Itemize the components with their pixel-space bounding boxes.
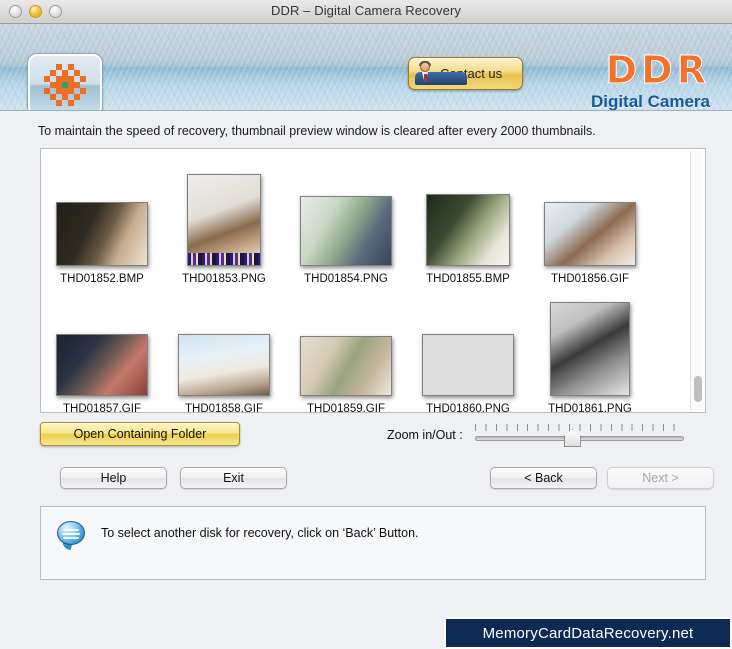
thumbnail-label: THD01859.GIF [307,403,385,413]
nav-buttons: Help Exit < Back Next > [40,467,714,493]
thumbnail-image[interactable] [56,202,148,266]
open-containing-folder-button[interactable]: Open Containing Folder [40,422,240,446]
thumbnail-item[interactable]: THD01852.BMP [41,202,163,285]
thumbnail-item[interactable]: THD01858.GIF [163,334,285,413]
thumbnail-label: THD01853.PNG [182,273,266,285]
contact-us-button[interactable]: Contact us [408,57,523,90]
thumbnail-label: THD01861.PNG [548,403,632,413]
thumbnail-panel: THD01852.BMP THD01853.PNG THD01854.PNG THD0… [40,148,706,413]
status-message-box: To select another disk for recovery, cli… [40,506,706,580]
thumbnail-label: THD01854.PNG [304,273,388,285]
thumbnail-item[interactable]: THD01859.GIF [285,336,407,413]
website-banner: MemoryCardDataRecovery.net [444,617,732,649]
notice-text: To maintain the speed of recovery, thumb… [38,124,596,138]
help-button[interactable]: Help [60,467,167,489]
thumbnail-item[interactable]: THD01857.GIF [41,334,163,413]
status-message: To select another disk for recovery, cli… [101,526,419,540]
brand-logo: DDR Digital Camera [591,50,710,111]
thumbnail-label: THD01857.GIF [63,403,141,413]
thumbnail-row: THD01852.BMP THD01853.PNG THD01854.PNG THD0… [41,149,705,285]
checkered-flower-icon [28,54,102,110]
thumbnail-label: THD01856.GIF [551,273,629,285]
zoom-label: Zoom in/Out : [387,428,463,442]
scrollbar-thumb[interactable] [694,376,702,402]
thumbnail-row: THD01857.GIF THD01858.GIF THD01859.GIF THD0… [41,285,705,413]
thumbnail-label: THD01855.BMP [426,273,510,285]
app-body: To maintain the speed of recovery, thumb… [0,124,732,580]
thumbnail-image[interactable] [187,174,261,266]
thumbnail-image[interactable] [544,202,636,266]
thumbnail-image[interactable] [56,334,148,396]
app-window: DDR – Digital Camera Recovery Contact us… [0,0,732,649]
thumbnail-item[interactable]: THD01854.PNG [285,196,407,285]
zoom-slider[interactable] [474,424,684,447]
thumbnail-image[interactable] [300,196,392,266]
next-button: Next > [607,467,714,489]
thumbnail-image[interactable] [178,334,270,396]
thumbnail-item[interactable]: THD01856.GIF [529,202,651,285]
brand-name: DDR [605,48,710,92]
app-header: Contact us DDR Digital Camera [0,24,732,111]
title-bar: DDR – Digital Camera Recovery [0,0,732,24]
thumbnail-image[interactable] [426,194,510,266]
thumbnail-item[interactable]: THD01853.PNG [163,174,285,285]
exit-button[interactable]: Exit [180,467,287,489]
speech-bubble-icon [57,521,87,551]
corruption-band [188,253,260,265]
person-icon [413,61,467,86]
controls-row: Open Containing Folder Zoom in/Out : [40,422,710,456]
website-banner-text: MemoryCardDataRecovery.net [482,624,694,642]
back-button[interactable]: < Back [490,467,597,489]
thumbnail-item[interactable]: THD01861.PNG [529,302,651,413]
thumbnail-label: THD01858.GIF [185,403,263,413]
window-title: DDR – Digital Camera Recovery [270,3,461,18]
brand-subtitle: Digital Camera [590,92,710,111]
thumbnail-image[interactable] [550,302,630,396]
vertical-scrollbar[interactable] [690,151,703,410]
thumbnail-image[interactable] [300,336,392,396]
thumbnail-label: THD01860.PNG [426,403,510,413]
thumbnail-image[interactable] [422,334,514,396]
thumbnail-item[interactable]: THD01855.BMP [407,194,529,285]
thumbnail-label: THD01852.BMP [60,273,144,285]
slider-ticks [474,424,684,431]
zoom-control: Zoom in/Out : [387,424,684,447]
slider-thumb[interactable] [563,429,581,447]
thumbnail-item[interactable]: THD01860.PNG [407,334,529,413]
